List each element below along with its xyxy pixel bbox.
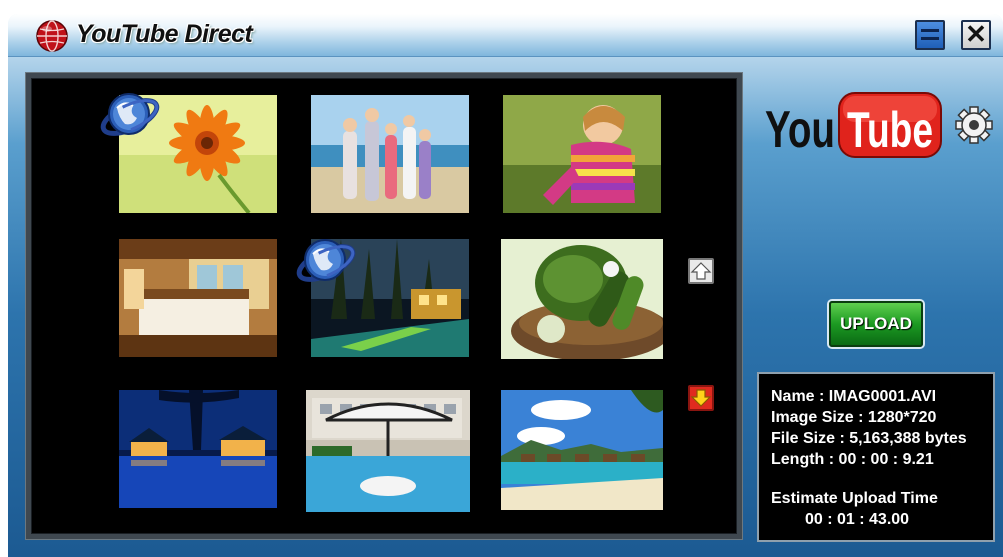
thumbnail-bedroom[interactable] <box>119 239 277 357</box>
logo-tube-text: Tube <box>847 102 933 158</box>
thumbnail-girl[interactable] <box>503 95 661 213</box>
logo-you-text: You <box>765 101 835 159</box>
uploaded-globe-icon <box>100 93 160 136</box>
globe-icon <box>36 20 68 52</box>
upload-button[interactable]: UPLOAD <box>829 301 923 347</box>
video-length: Length : 00 : 00 : 9.21 <box>771 451 934 468</box>
arrow-up-icon <box>690 262 712 280</box>
file-name: Name : IMAG0001.AVI <box>771 388 937 405</box>
thumbnail-family-beach[interactable] <box>311 95 469 213</box>
thumbnail-tropical-beach[interactable] <box>501 390 663 510</box>
close-icon: ✕ <box>965 19 987 49</box>
scroll-down-button[interactable] <box>688 385 714 411</box>
thumbnail-pool-umbrella[interactable] <box>306 390 470 512</box>
thumbnail-water-villas[interactable] <box>119 390 277 508</box>
estimate-label: Estimate Upload Time <box>771 490 938 507</box>
app-title: YouTube Direct <box>76 20 253 48</box>
title-bar[interactable]: YouTube Direct ✕ <box>8 14 1003 57</box>
thumbnail-gallery <box>26 73 742 539</box>
gear-icon[interactable] <box>954 105 994 145</box>
app-window: YouTube Direct ✕ You Tube UPLOAD Name: … <box>8 14 1003 557</box>
file-info-panel: Name : IMAG0001.AVI Image Size : 1280*72… <box>757 372 995 542</box>
scroll-up-button[interactable] <box>688 258 714 284</box>
image-size: Image Size : 1280*720 <box>771 409 937 426</box>
minimize-button[interactable] <box>915 20 945 50</box>
estimate-time: 00 : 01 : 43.00 <box>805 511 910 528</box>
uploaded-globe-icon <box>296 239 356 282</box>
close-button[interactable]: ✕ <box>961 19 991 50</box>
thumbnail-vegetables[interactable] <box>501 239 663 359</box>
file-size: File Size : 5,163,388 bytes <box>771 430 967 447</box>
arrow-down-icon <box>690 389 712 407</box>
youtube-logo: You Tube <box>765 92 942 159</box>
